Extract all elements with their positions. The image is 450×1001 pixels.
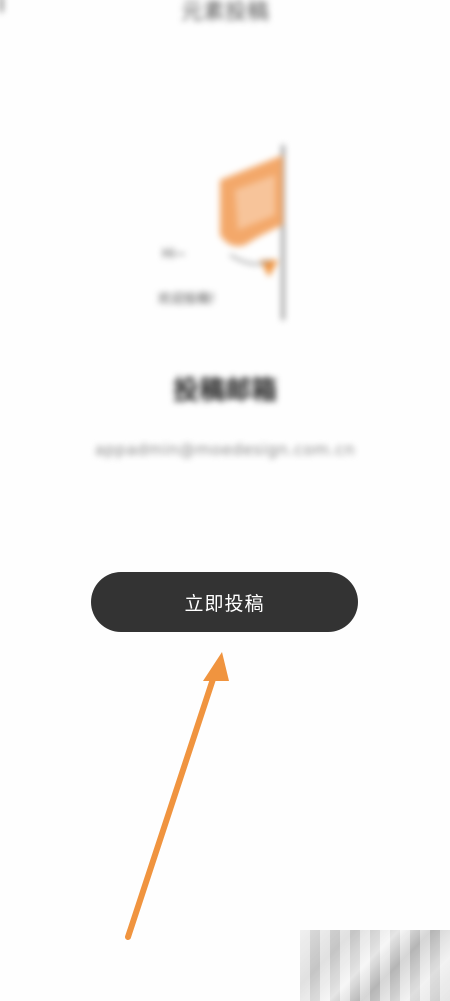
flag-curve (229, 254, 271, 265)
watermark (300, 930, 450, 1001)
illustration-label-bottom: 欢迎投稿! (158, 292, 216, 307)
email-address: appadmin@moedesign.com.cn (94, 440, 356, 459)
blurred-content: 元素投稿 Hi~ 欢迎投稿! 投稿邮箱 appadmin@moedesign.c… (0, 0, 450, 1001)
email-heading: 投稿邮箱 (172, 376, 277, 406)
screen: 元素投稿 Hi~ 欢迎投稿! 投稿邮箱 appadmin@moedesign.c… (0, 0, 450, 1001)
flag-illustration: Hi~ 欢迎投稿! (150, 135, 300, 325)
submit-button[interactable]: 立即投稿 (91, 572, 358, 632)
illustration-label-top: Hi~ (162, 247, 187, 262)
page-title: 元素投稿 (180, 0, 269, 25)
